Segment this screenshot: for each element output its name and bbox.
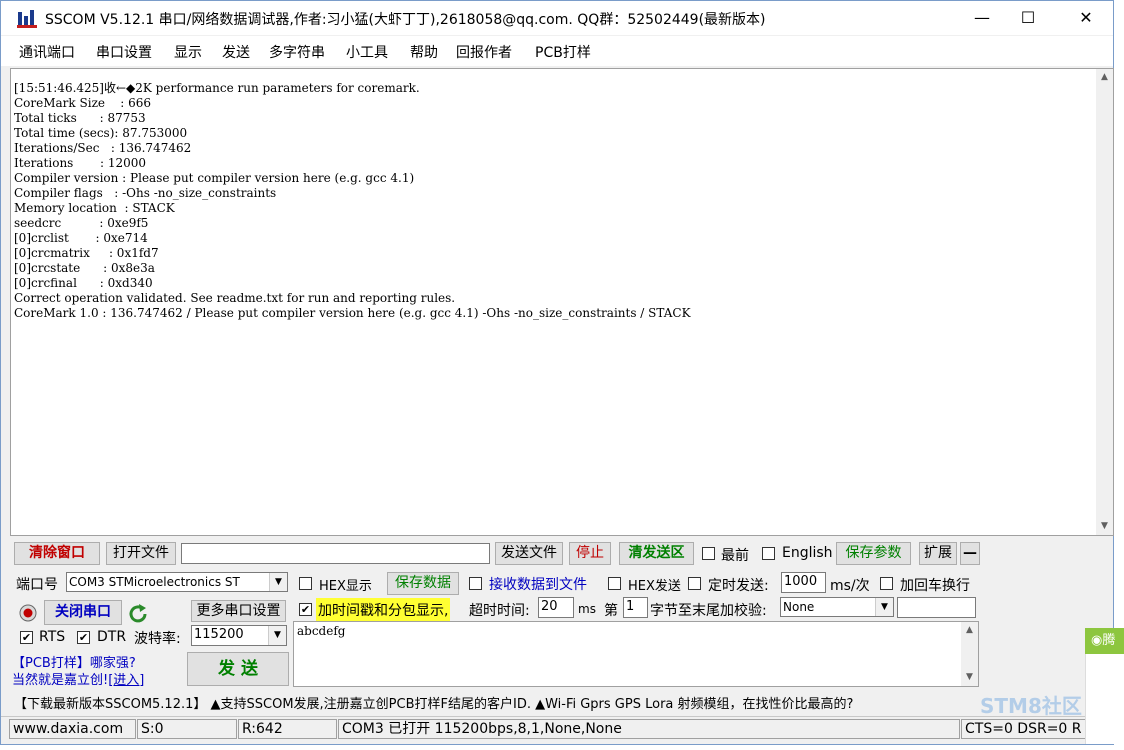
bell-icon: ◉: [1091, 633, 1103, 648]
english-label: English: [782, 545, 833, 561]
append-newline-checkbox[interactable]: [880, 577, 893, 590]
collapse-button[interactable]: —: [960, 542, 980, 565]
stop-button[interactable]: 停止: [569, 542, 611, 565]
notification-label: 腾: [1102, 633, 1116, 648]
save-params-button[interactable]: 保存参数: [836, 542, 911, 565]
top-most-checkbox[interactable]: [702, 547, 715, 560]
checksum-result-field[interactable]: [897, 597, 976, 618]
port-label: 端口号: [16, 577, 58, 593]
chevron-down-icon[interactable]: ▼: [268, 626, 286, 645]
maximize-button[interactable]: ☐: [1005, 1, 1051, 35]
close-button[interactable]: ✕: [1063, 1, 1109, 35]
timestamp-checkbox[interactable]: ✔: [299, 603, 312, 616]
more-settings-button[interactable]: 更多串口设置: [191, 600, 286, 622]
dtr-label: DTR: [97, 629, 127, 645]
hex-display-checkbox[interactable]: [299, 577, 312, 590]
window-title: SSCOM V5.12.1 串口/网络数据调试器,作者:习小猛(大虾丁丁),26…: [45, 12, 766, 28]
recv-to-file-checkbox[interactable]: [469, 577, 482, 590]
baud-value: 115200: [194, 627, 244, 642]
promo-link[interactable]: [进入]: [108, 673, 144, 688]
dtr-checkbox[interactable]: ✔: [77, 631, 90, 644]
scroll-up-icon[interactable]: ▲: [1096, 69, 1113, 86]
status-website[interactable]: www.daxia.com: [9, 719, 136, 739]
promo-text: 当然就是嘉立创!: [12, 673, 109, 688]
hex-send-label: HEX发送: [628, 579, 681, 594]
interval-input[interactable]: 1000: [781, 572, 826, 593]
byte-suffix-label: 字节至末尾加校验:: [650, 603, 767, 619]
menu-send[interactable]: 发送: [222, 42, 250, 62]
hex-display-label: HEX显示: [319, 579, 372, 594]
timeout-unit: ms: [578, 602, 596, 616]
send-scrollbar[interactable]: ▲ ▼: [961, 622, 978, 686]
send-button[interactable]: 发 送: [187, 652, 289, 686]
save-data-button[interactable]: 保存数据: [387, 572, 459, 595]
menu-feedback[interactable]: 回报作者: [456, 42, 512, 62]
receive-area[interactable]: [15:51:46.425]收←◆2K performance run para…: [10, 68, 1114, 536]
status-bar: www.daxia.com S:0 R:642 COM3 已打开 115200b…: [1, 716, 1113, 740]
marquee-text[interactable]: 【下载最新版本SSCOM5.12.1】 ▲支持SSCOM发展,注册嘉立创PCB打…: [14, 693, 853, 712]
receive-scrollbar[interactable]: ▲ ▼: [1096, 69, 1113, 535]
file-path-input[interactable]: [181, 543, 490, 564]
send-file-button[interactable]: 发送文件: [495, 542, 563, 565]
hex-send-checkbox[interactable]: [608, 577, 621, 590]
scroll-down-icon[interactable]: ▼: [1096, 518, 1113, 535]
recv-to-file-label: 接收数据到文件: [489, 577, 587, 593]
checksum-select[interactable]: None ▼: [780, 597, 894, 617]
open-file-button[interactable]: 打开文件: [106, 542, 176, 565]
port-status-icon: [18, 603, 38, 623]
clear-send-button[interactable]: 清发送区: [619, 542, 694, 565]
rts-checkbox[interactable]: ✔: [20, 631, 33, 644]
top-most-label: 最前: [721, 548, 749, 564]
menu-comm-port[interactable]: 通讯端口: [19, 42, 75, 62]
timed-send-checkbox[interactable]: [688, 577, 701, 590]
close-port-button[interactable]: 关闭串口: [44, 600, 122, 625]
timeout-label: 超时时间:: [469, 603, 530, 619]
refresh-icon[interactable]: [127, 602, 149, 624]
notification-popup[interactable]: ◉腾: [1085, 628, 1124, 654]
expand-button[interactable]: 扩展: [919, 542, 957, 565]
menu-display[interactable]: 显示: [174, 42, 202, 62]
send-text-area[interactable]: abcdefg ▲ ▼: [293, 621, 979, 687]
english-checkbox[interactable]: [762, 547, 775, 560]
app-icon: [17, 10, 37, 28]
port-select[interactable]: COM3 STMicroelectronics ST ▼: [66, 572, 288, 592]
port-select-value: COM3 STMicroelectronics ST: [69, 575, 240, 589]
baud-select[interactable]: 115200 ▼: [191, 625, 287, 646]
chevron-down-icon[interactable]: ▼: [875, 598, 893, 616]
timed-send-label: 定时发送:: [708, 578, 769, 594]
send-text: abcdefg: [297, 624, 346, 638]
status-port-state: COM3 已打开 115200bps,8,1,None,None: [338, 719, 960, 739]
byte-index-input[interactable]: 1: [623, 597, 648, 618]
title-bar: SSCOM V5.12.1 串口/网络数据调试器,作者:习小猛(大虾丁丁),26…: [1, 1, 1113, 35]
status-sent-count: S:0: [137, 719, 237, 739]
receive-text: [15:51:46.425]收←◆2K performance run para…: [14, 81, 691, 320]
scroll-down-icon[interactable]: ▼: [961, 669, 978, 686]
scroll-up-icon[interactable]: ▲: [961, 622, 978, 639]
chevron-down-icon[interactable]: ▼: [269, 573, 287, 591]
byte-prefix-label: 第: [604, 603, 618, 619]
interval-unit: ms/次: [830, 578, 870, 594]
clear-window-button[interactable]: 清除窗口: [14, 542, 100, 565]
notification-body: [1085, 654, 1124, 744]
menu-pcb[interactable]: PCB打样: [535, 42, 591, 62]
baud-label: 波特率:: [134, 631, 181, 647]
menu-bar: 通讯端口 串口设置 显示 发送 多字符串 小工具 帮助 回报作者 PCB打样: [1, 36, 1113, 66]
menu-tools[interactable]: 小工具: [346, 42, 388, 62]
promo-line2: 当然就是嘉立创![进入]: [12, 669, 144, 688]
status-received-count: R:642: [238, 719, 337, 739]
menu-help[interactable]: 帮助: [410, 42, 438, 62]
minimize-button[interactable]: —: [959, 1, 1005, 35]
append-newline-label: 加回车换行: [900, 578, 970, 594]
rts-label: RTS: [39, 629, 66, 645]
checksum-value: None: [783, 600, 815, 614]
menu-multi-string[interactable]: 多字符串: [269, 42, 325, 62]
timestamp-label: 加时间戳和分包显示,: [316, 598, 451, 622]
timeout-input[interactable]: 20: [538, 597, 574, 618]
status-signals: CTS=0 DSR=0 R: [961, 719, 1091, 739]
menu-serial-settings[interactable]: 串口设置: [96, 42, 152, 62]
watermark: STM8社区: [980, 694, 1082, 718]
